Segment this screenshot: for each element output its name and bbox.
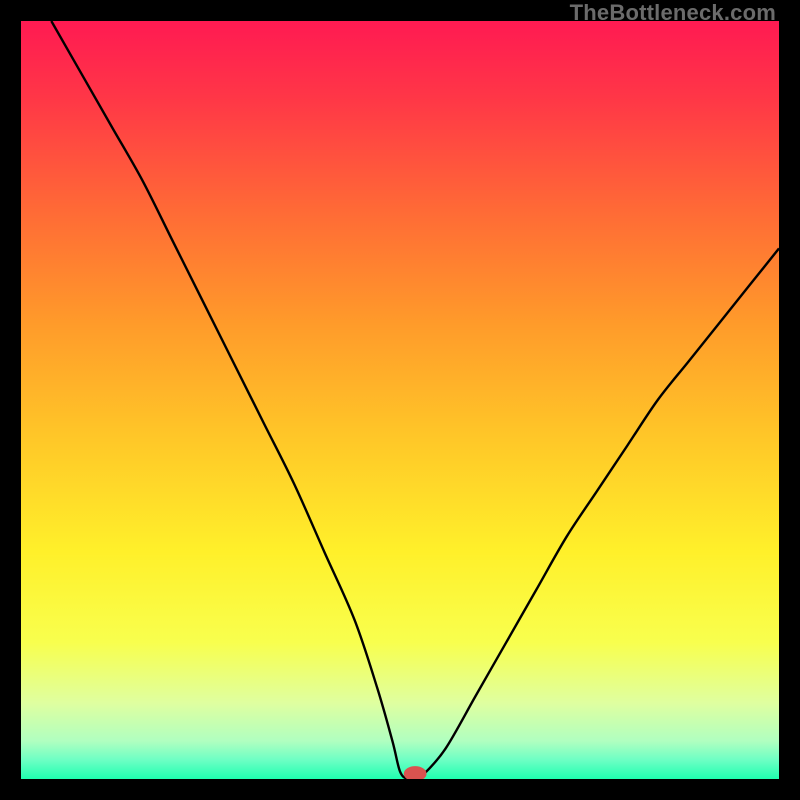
plot-background bbox=[21, 21, 779, 779]
chart-frame: TheBottleneck.com bbox=[0, 0, 800, 800]
minimum-marker bbox=[405, 767, 426, 779]
bottleneck-chart bbox=[21, 21, 779, 779]
watermark-text: TheBottleneck.com bbox=[570, 0, 776, 26]
